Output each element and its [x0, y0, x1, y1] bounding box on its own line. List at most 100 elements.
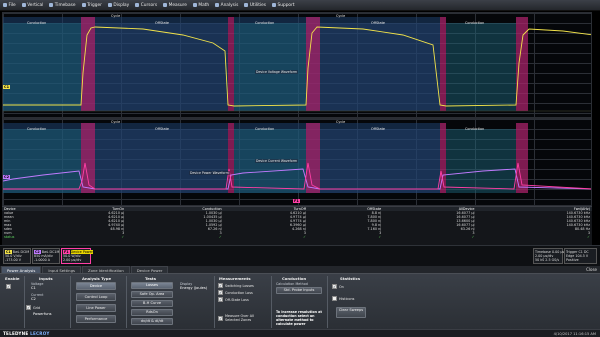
descriptor-c2[interactable]: C2 BwL DC1M 850 mA/div -1.0000 A — [32, 248, 60, 264]
menu-display[interactable]: Display — [105, 0, 132, 11]
voltage-plot — [3, 17, 591, 112]
menu-analysis[interactable]: Analysis — [212, 0, 241, 11]
test-rdson-button[interactable]: RdsOn — [131, 309, 173, 316]
timebase-descriptor[interactable]: Timebase 0.00 μs 2.00 μs/div 50 kS 2.5 G… — [533, 248, 564, 264]
oscilloscope-screen: File Vertical Timebase Trigger Display C… — [0, 0, 600, 337]
zone-offstate-1-lower — [95, 129, 228, 193]
zone-label-conduction-1: Conduction — [27, 21, 47, 25]
test-bh-curve-button[interactable]: B-H Curve — [131, 300, 173, 307]
enable-checkbox[interactable]: ✓ — [6, 284, 13, 289]
switching-losses-checkbox[interactable]: ✓ Switching Losses — [218, 283, 254, 288]
statistics-title: Statistics — [340, 276, 361, 281]
zone-label-cycle-1: Cycle — [111, 14, 121, 18]
analysis-device-button[interactable]: Device — [76, 282, 116, 290]
status-check-icon: ✓ — [587, 235, 590, 239]
measurement-table: Device TurnOn Conduction TurnOff OffStat… — [2, 206, 592, 245]
menu-vertical[interactable]: Vertical — [19, 0, 47, 11]
clear-sweeps-button[interactable]: Clear Sweeps — [336, 307, 366, 318]
zone-turnon-1 — [228, 17, 234, 111]
zone-offstate-2 — [320, 23, 440, 111]
dialog-tabs: Power Analysis Input Settings Zone Ident… — [0, 266, 600, 274]
zone-conduction-1-lower — [3, 129, 81, 193]
check-icon: ✓ — [218, 297, 223, 302]
analysis-type-title: Analysis Type — [82, 276, 112, 281]
zone-label-cycle-2-lower: Cycle — [336, 120, 346, 124]
voltage-select[interactable]: C1 — [31, 286, 36, 290]
statistics-on-checkbox[interactable]: ✓ On — [332, 284, 344, 289]
channel-descriptor-bar: C1 BwL DCIM 50.0 V/div -173.00 V C2 BwL DC… — [0, 245, 600, 266]
menu-measure[interactable]: Measure — [160, 0, 190, 11]
status-check-icon: ✓ — [218, 235, 222, 239]
calculation-method-select[interactable]: Std. Probe Inputs — [276, 287, 322, 294]
conduction-note: To increase resolution at conduction sel… — [276, 310, 322, 326]
tab-power-analysis[interactable]: Power Analysis — [1, 266, 42, 273]
file-icon — [3, 3, 7, 7]
zone-conduction-3 — [446, 23, 516, 111]
analysis-line-power-button[interactable]: Line Power — [76, 304, 116, 312]
measurement-status-row: status ✓ ✓ ✓ ✓ ✓ ✓ — [2, 235, 592, 239]
grid-select[interactable]: Powerfuns — [33, 312, 52, 316]
menu-timebase[interactable]: Timebase — [46, 0, 78, 11]
zone-label-conduction-2-lower: Conduction — [255, 127, 275, 131]
measure-icon — [163, 3, 168, 7]
descriptor-f1[interactable]: F1 Device Power 50.0 W/div 2.00 μs/div — [61, 248, 93, 264]
conduction-title: Conduction — [282, 276, 307, 281]
enable-panel: Enable ✓ — [3, 276, 23, 328]
menu-trigger[interactable]: Trigger — [79, 0, 105, 11]
support-icon — [272, 3, 277, 7]
enable-title: Enable — [5, 276, 20, 281]
teledyne-lecroy-logo: TELEDYNE LECROY — [3, 331, 50, 336]
menu-math[interactable]: Math — [190, 0, 212, 11]
test-dvdt-didt-button[interactable]: dv/dt & di/dt — [131, 318, 173, 325]
zone-turnoff-3 — [516, 17, 528, 111]
waveform-grid-current-power[interactable]: Cycle Cycle Conduction OffState Conducti… — [2, 118, 592, 206]
current-select[interactable]: C2 — [31, 297, 36, 301]
measurements-panel: Measurements ✓ Switching Losses ✓ Conducti… — [214, 276, 270, 328]
check-icon: ✓ — [332, 284, 337, 289]
annotation-device-current: Device Current Waveform — [255, 159, 299, 163]
trigger-descriptor[interactable]: Trigger C1 DC Edge 104.5 V Positive — [564, 248, 597, 264]
zone-turnoff-1 — [81, 17, 95, 111]
tab-zone-identification[interactable]: Zone Identification — [81, 266, 130, 273]
zone-turnoff-2-lower — [306, 123, 320, 193]
status-check-icon: ✓ — [471, 235, 475, 239]
utilities-icon — [244, 3, 249, 7]
tab-input-settings[interactable]: Input Settings — [42, 266, 81, 273]
channel-marker-c1[interactable]: C1 — [3, 85, 11, 89]
channel-marker-f1[interactable]: F1 — [293, 199, 300, 203]
channel-marker-c2[interactable]: C2 — [3, 175, 11, 179]
inputs-panel: Inputs Voltage C1 Current C2 ✓ Grid Power… — [24, 276, 69, 328]
tab-device-power[interactable]: Device Power — [130, 266, 169, 273]
offstate-loss-checkbox[interactable]: ✓ Off-State Loss — [218, 297, 249, 302]
menu-support[interactable]: Support — [269, 0, 298, 11]
empty-checkbox-icon — [332, 296, 337, 301]
display-select[interactable]: Energy (Joules) — [180, 286, 207, 290]
measure-all-zones-checkbox[interactable]: ✓ Measure Over All Selected Zones — [218, 314, 268, 322]
vertical-icon — [21, 3, 26, 7]
histicons-checkbox[interactable]: Histicons — [332, 296, 354, 301]
status-check-icon: ✓ — [303, 235, 306, 239]
zone-label-offstate-1-lower: OffState — [155, 127, 169, 131]
descriptor-c1[interactable]: C1 BwL DCIM 50.0 V/div -173.00 V — [3, 248, 31, 264]
analysis-performance-button[interactable]: Performance — [76, 315, 116, 323]
inputs-title: Inputs — [39, 276, 53, 281]
waveform-grid-voltage[interactable]: Cycle Cycle Conduction OffState Conducti… — [2, 12, 592, 118]
zone-label-offstate-2-lower: OffState — [371, 127, 385, 131]
grid-checkbox[interactable]: ✓ Grid — [26, 305, 40, 310]
menu-utilities[interactable]: Utilities — [241, 0, 269, 11]
annotation-device-power: Device Power Waveform — [189, 171, 230, 175]
menu-cursors[interactable]: Cursors — [132, 0, 160, 11]
menu-file[interactable]: File — [0, 0, 19, 11]
check-icon: ✓ — [218, 290, 223, 295]
zone-label-cycle-1-lower: Cycle — [111, 120, 121, 124]
tests-panel: Tests Losses Safe Op. Area B-H Curve Rds… — [126, 276, 176, 328]
conduction-loss-checkbox[interactable]: ✓ Conduction Loss — [218, 290, 253, 295]
test-losses-button[interactable]: Losses — [131, 282, 173, 289]
zone-conduction-2 — [234, 23, 306, 111]
close-button[interactable]: Close — [586, 267, 597, 272]
analysis-type-panel: Analysis Type Device Control Loop Line P… — [70, 276, 125, 328]
analysis-control-loop-button[interactable]: Control Loop — [76, 293, 116, 301]
menu-bar: File Vertical Timebase Trigger Display C… — [0, 0, 600, 11]
test-safe-op-area-button[interactable]: Safe Op. Area — [131, 291, 173, 298]
math-icon — [192, 3, 197, 7]
